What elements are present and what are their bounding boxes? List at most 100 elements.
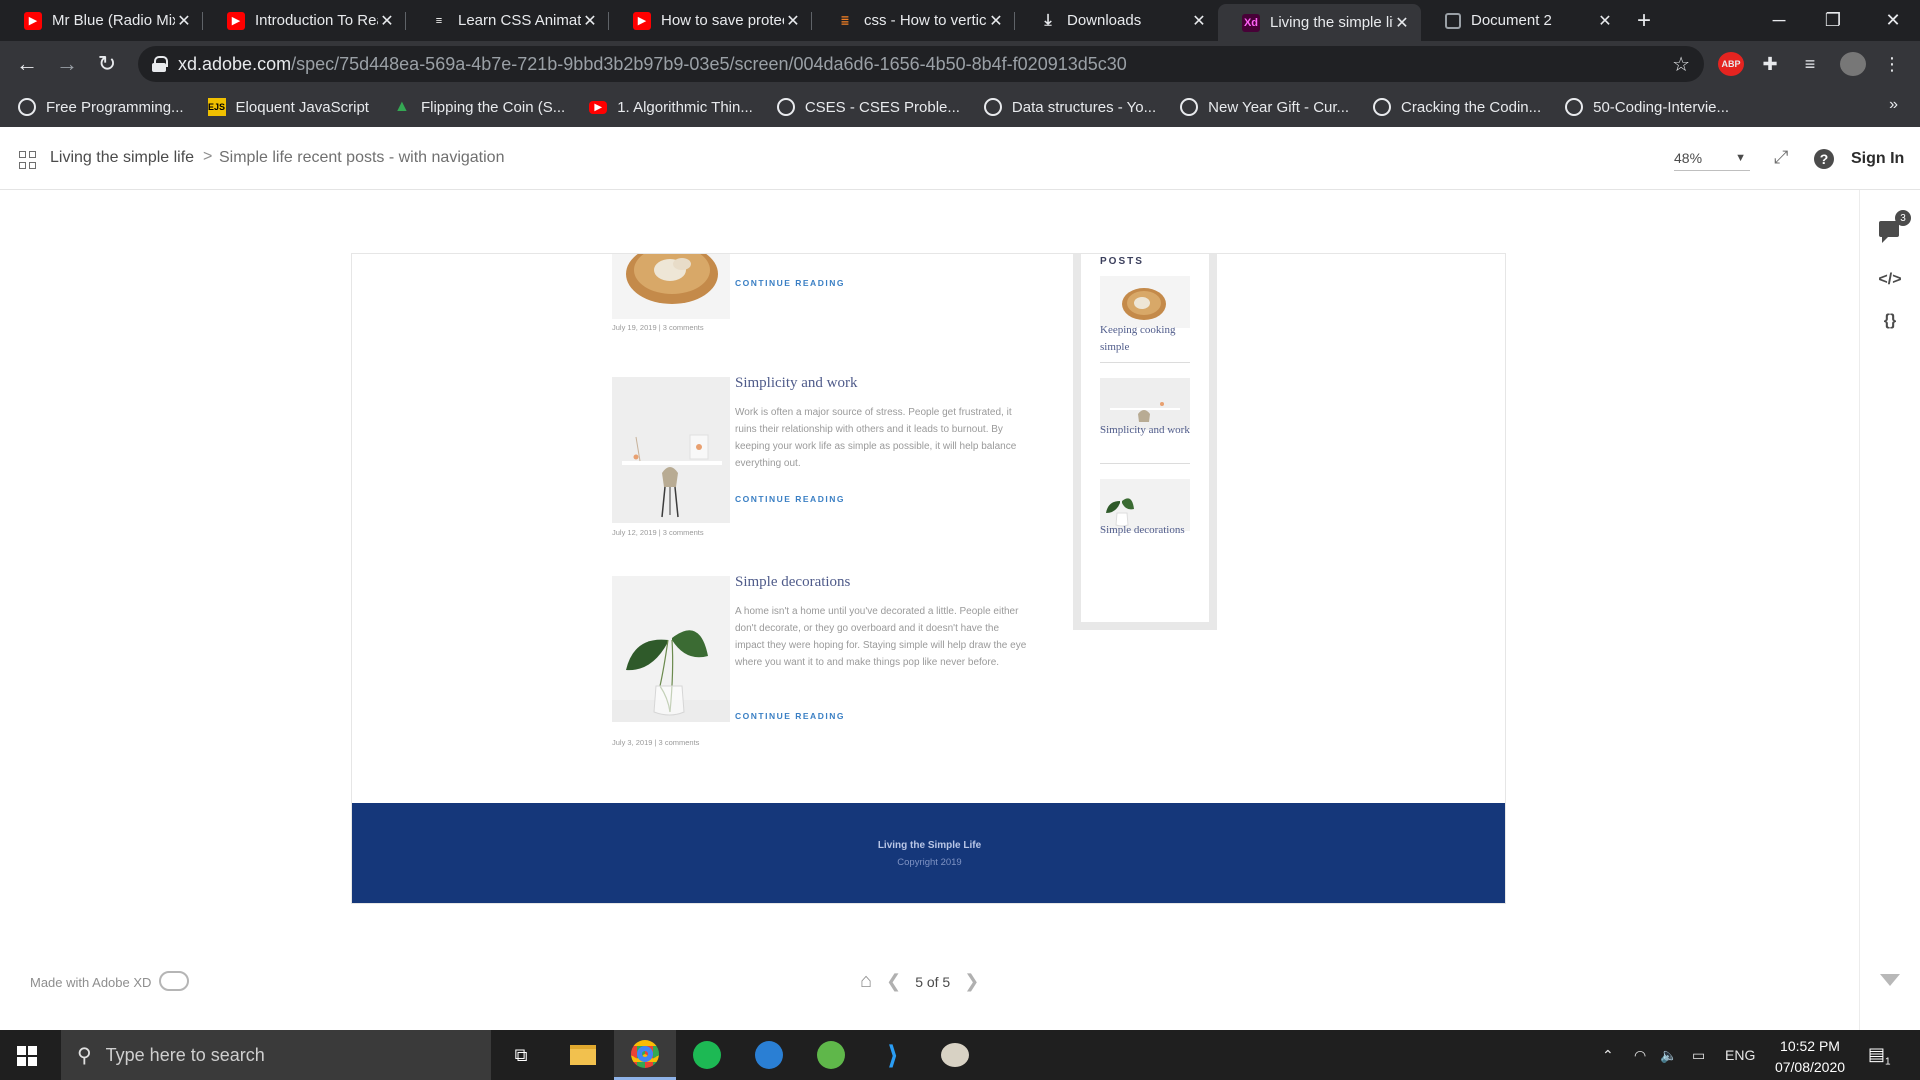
xd-right-rail: 3 </> {} <box>1859 190 1920 1030</box>
braces-icon[interactable]: {} <box>1875 309 1905 333</box>
sidebar-thumb-cooking[interactable] <box>1100 276 1190 328</box>
youtube-icon: ▶ <box>589 100 608 114</box>
post-excerpt: A home isn't a home until you've decorat… <box>735 606 1027 668</box>
globe-icon <box>18 98 36 116</box>
adblock-extension-icon[interactable]: ABP <box>1718 52 1744 76</box>
browser-tab-active[interactable]: Xd Living the simple life ✕ <box>1218 4 1421 41</box>
continue-reading-link[interactable]: CONTINUE READING <box>735 494 845 504</box>
maximize-button[interactable]: ❐ <box>1806 0 1860 41</box>
media-queue-icon[interactable]: ≡ <box>1798 52 1822 76</box>
post-image-desk[interactable] <box>612 377 730 523</box>
task-view-icon[interactable]: ⧉ <box>490 1030 552 1080</box>
close-tab-icon[interactable]: ✕ <box>987 11 1005 31</box>
volume-icon[interactable]: 🔈 <box>1660 1047 1677 1064</box>
forward-arrow-icon[interactable]: → <box>47 44 87 84</box>
bookmark-item[interactable]: Data structures - Yo... <box>983 98 1156 116</box>
close-tab-icon[interactable]: ✕ <box>784 11 802 31</box>
tab-title: How to save protected <box>661 12 784 29</box>
bookmark-item[interactable]: Free Programming... <box>18 98 184 116</box>
post-image-cooking[interactable] <box>612 254 730 319</box>
bookmark-item[interactable]: New Year Gift - Cur... <box>1180 98 1349 116</box>
thunderbird-icon[interactable] <box>738 1030 800 1080</box>
post-meta: July 19, 2019 | 3 comments <box>612 323 704 332</box>
wifi-icon[interactable]: ◠ <box>1634 1047 1646 1064</box>
sign-in-button[interactable]: Sign In <box>1851 150 1904 168</box>
post-title[interactable]: Simplicity and work <box>735 375 858 392</box>
browser-tab[interactable]: ≡ Learn CSS Animation ✕ <box>406 0 609 41</box>
spotify-icon[interactable] <box>676 1030 738 1080</box>
chevron-up-icon[interactable]: ⌃ <box>1602 1047 1614 1064</box>
profile-avatar[interactable] <box>1840 52 1866 76</box>
browser-tab[interactable]: ▶ Introduction To React ✕ <box>203 0 406 41</box>
close-tab-icon[interactable]: ✕ <box>378 11 396 31</box>
creative-cloud-icon <box>159 971 189 991</box>
ejs-badge: EJS <box>208 102 226 112</box>
help-icon[interactable]: ? <box>1814 149 1834 169</box>
filter-icon[interactable] <box>1880 974 1900 986</box>
previous-screen-icon[interactable]: ❮ <box>886 971 901 992</box>
new-tab-button[interactable]: + <box>1624 0 1664 41</box>
browser-tab[interactable]: ⤓ Downloads ✕ <box>1015 0 1218 41</box>
post-item: CONTINUE READING July 19, 2019 | 3 comme… <box>612 254 1052 344</box>
tab-title: Introduction To React <box>255 12 378 29</box>
close-tab-icon[interactable]: ✕ <box>1190 11 1208 31</box>
browser-tab[interactable]: Document 2 ✕ <box>1421 0 1624 41</box>
breadcrumb-project[interactable]: Living the simple life <box>50 149 194 167</box>
bookmark-item[interactable]: 50-Coding-Intervie... <box>1565 98 1729 116</box>
sidebar-link[interactable]: Keeping cooking simple <box>1100 322 1196 356</box>
menu-dots-icon[interactable]: ⋮ <box>1880 52 1904 76</box>
close-window-button[interactable]: ✕ <box>1866 0 1920 41</box>
tab-title: Mr Blue (Radio Mix) <box>52 12 175 29</box>
globe-icon <box>983 98 1002 116</box>
close-tab-icon[interactable]: ✕ <box>175 11 193 31</box>
bookmark-item[interactable]: EJS Eloquent JavaScript <box>207 98 369 116</box>
battery-icon[interactable]: ▭ <box>1692 1047 1705 1064</box>
continue-reading-link[interactable]: CONTINUE READING <box>735 711 845 721</box>
address-bar[interactable]: xd.adobe.com/spec/75d448ea-569a-4b7e-721… <box>138 46 1704 82</box>
minimize-button[interactable]: ─ <box>1752 0 1806 41</box>
grid-view-icon[interactable] <box>19 151 37 169</box>
sidebar-link[interactable]: Simple decorations <box>1100 522 1210 539</box>
extensions-puzzle-icon[interactable]: ✚ <box>1758 52 1782 76</box>
post-title[interactable]: Simple decorations <box>735 574 850 591</box>
utorrent-icon[interactable] <box>800 1030 862 1080</box>
lock-icon <box>152 56 168 72</box>
bookmark-item[interactable]: ▶ 1. Algorithmic Thin... <box>589 99 753 116</box>
xd-header: Living the simple life > Simple life rec… <box>0 127 1920 190</box>
next-screen-icon[interactable]: ❯ <box>964 971 979 992</box>
vscode-icon[interactable]: ⟩ <box>862 1030 924 1080</box>
comments-icon[interactable] <box>1879 221 1899 243</box>
taskbar-clock[interactable]: 10:52 PM 07/08/2020 <box>1770 1036 1850 1078</box>
bookmark-item[interactable]: ▲ Flipping the Coin (S... <box>393 98 565 116</box>
language-indicator[interactable]: ENG <box>1725 1047 1755 1063</box>
browser-tab[interactable]: ▶ Mr Blue (Radio Mix) ✕ <box>0 0 203 41</box>
bookmark-item[interactable]: CSES - CSES Proble... <box>776 98 960 116</box>
adblock-label: ABP <box>1721 59 1741 69</box>
sidebar-link[interactable]: Simplicity and work <box>1100 422 1196 439</box>
bookmark-star-icon[interactable]: ☆ <box>1672 52 1690 77</box>
windows-start-icon[interactable] <box>17 1046 37 1066</box>
close-tab-icon[interactable]: ✕ <box>581 11 599 31</box>
bookmark-item[interactable]: Cracking the Codin... <box>1373 98 1541 116</box>
browser-tab[interactable]: ≣ css - How to vertically ✕ <box>812 0 1015 41</box>
fullscreen-icon[interactable]: ⤢ <box>1774 147 1788 168</box>
post-image-plant[interactable] <box>612 576 730 722</box>
code-icon[interactable]: </> <box>1875 268 1905 292</box>
more-bookmarks-icon[interactable]: » <box>1889 96 1898 114</box>
continue-reading-link[interactable]: CONTINUE READING <box>735 278 845 288</box>
chrome-icon[interactable] <box>614 1030 676 1080</box>
browser-tab[interactable]: ▶ How to save protected ✕ <box>609 0 812 41</box>
file-explorer-icon[interactable] <box>552 1030 614 1080</box>
close-tab-icon[interactable]: ✕ <box>1393 13 1411 33</box>
tab-title: Learn CSS Animation <box>458 12 581 29</box>
reload-icon[interactable]: ↻ <box>87 44 127 84</box>
zoom-select[interactable]: 48% ▼ <box>1674 145 1750 171</box>
paint-icon[interactable] <box>924 1030 986 1080</box>
zoom-value: 48% <box>1674 149 1703 166</box>
notification-center-icon[interactable]: ▤1 <box>1868 1044 1891 1068</box>
back-arrow-icon[interactable]: ← <box>7 44 47 84</box>
taskbar-search[interactable]: ⚲ Type here to search <box>61 1030 491 1080</box>
home-icon[interactable]: ⌂ <box>860 970 872 993</box>
close-tab-icon[interactable]: ✕ <box>1596 11 1614 31</box>
url-path: /spec/75d448ea-569a-4b7e-721b-9bbd3b2b97… <box>291 53 1127 74</box>
